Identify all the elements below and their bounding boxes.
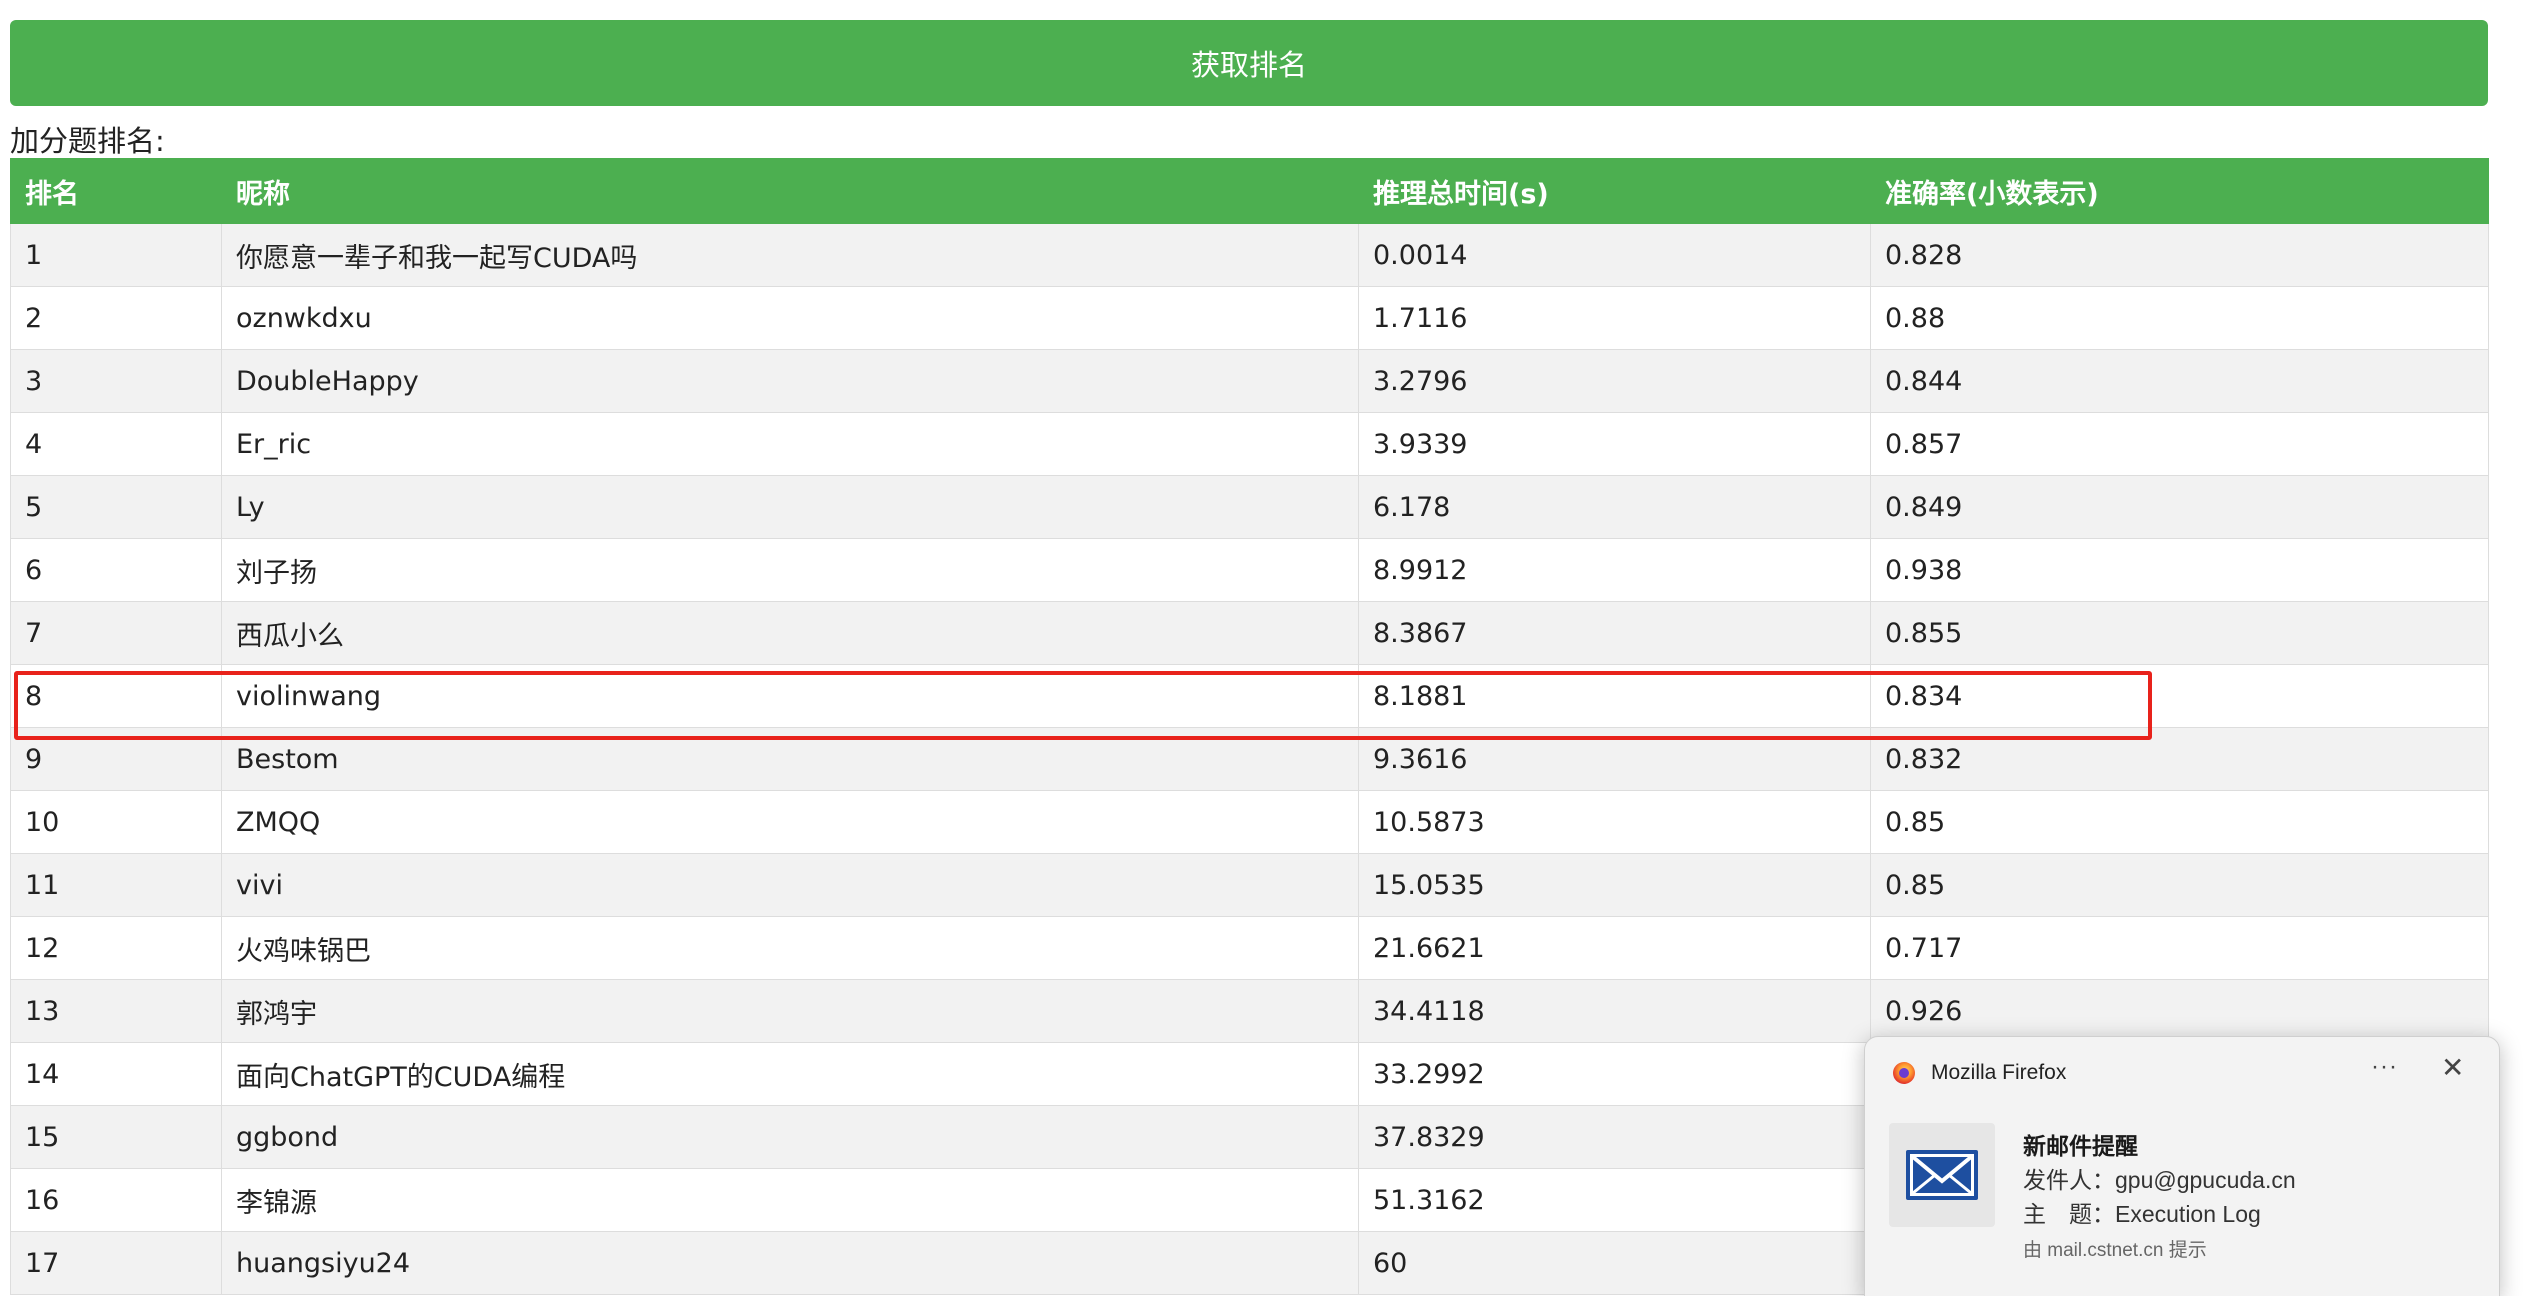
nickname-cell: huangsiyu24 bbox=[221, 1231, 1359, 1295]
accuracy-cell: 0.828 bbox=[1870, 223, 2489, 287]
table-row: 8 violinwang 8.1881 0.834 bbox=[10, 664, 2489, 728]
inference-time-cell: 10.5873 bbox=[1358, 790, 1871, 854]
inference-time-cell: 34.4118 bbox=[1358, 979, 1871, 1043]
rank-cell: 12 bbox=[10, 916, 222, 980]
notification-subject: 主 题：Execution Log bbox=[2023, 1201, 2261, 1227]
nickname-cell: Bestom bbox=[221, 727, 1359, 791]
header-inference-time: 推理总时间(s) bbox=[1358, 158, 1871, 224]
inference-time-cell: 0.0014 bbox=[1358, 223, 1871, 287]
nickname-cell: 郭鸿宇 bbox=[221, 979, 1359, 1043]
inference-time-cell: 21.6621 bbox=[1358, 916, 1871, 980]
rank-cell: 16 bbox=[10, 1168, 222, 1232]
rank-cell: 15 bbox=[10, 1105, 222, 1169]
header-rank: 排名 bbox=[10, 158, 222, 224]
inference-time-cell: 15.0535 bbox=[1358, 853, 1871, 917]
table-row: 13 郭鸿宇 34.4118 0.926 bbox=[10, 979, 2489, 1043]
table-row: 6 刘子扬 8.9912 0.938 bbox=[10, 538, 2489, 602]
close-icon[interactable]: ✕ bbox=[2441, 1051, 2464, 1084]
firefox-notification[interactable]: Mozilla Firefox ··· ✕ 新邮件提醒 发件人：gpu@gpuc… bbox=[1864, 1036, 2500, 1296]
nickname-cell: 西瓜小么 bbox=[221, 601, 1359, 665]
inference-time-cell: 60 bbox=[1358, 1231, 1871, 1295]
accuracy-cell: 0.855 bbox=[1870, 601, 2489, 665]
inference-time-cell: 1.7116 bbox=[1358, 286, 1871, 350]
table-row: 10 ZMQQ 10.5873 0.85 bbox=[10, 790, 2489, 854]
rank-cell: 9 bbox=[10, 727, 222, 791]
inference-time-cell: 8.3867 bbox=[1358, 601, 1871, 665]
envelope-icon bbox=[1889, 1123, 1995, 1227]
rank-cell: 17 bbox=[10, 1231, 222, 1295]
notification-sender: 发件人：gpu@gpucuda.cn bbox=[2023, 1167, 2296, 1193]
inference-time-cell: 51.3162 bbox=[1358, 1168, 1871, 1232]
accuracy-cell: 0.717 bbox=[1870, 916, 2489, 980]
accuracy-cell: 0.832 bbox=[1870, 727, 2489, 791]
accuracy-cell: 0.85 bbox=[1870, 790, 2489, 854]
nickname-cell: 面向ChatGPT的CUDA编程 bbox=[221, 1042, 1359, 1106]
more-options-icon[interactable]: ··· bbox=[2371, 1053, 2398, 1081]
rank-cell: 11 bbox=[10, 853, 222, 917]
table-header-row: 排名 昵称 推理总时间(s) 准确率(小数表示) bbox=[10, 158, 2489, 224]
nickname-cell: 刘子扬 bbox=[221, 538, 1359, 602]
inference-time-cell: 9.3616 bbox=[1358, 727, 1871, 791]
nickname-cell: 李锦源 bbox=[221, 1168, 1359, 1232]
rank-cell: 8 bbox=[10, 664, 222, 728]
inference-time-cell: 37.8329 bbox=[1358, 1105, 1871, 1169]
rank-cell: 6 bbox=[10, 538, 222, 602]
nickname-cell: ZMQQ bbox=[221, 790, 1359, 854]
rank-cell: 10 bbox=[10, 790, 222, 854]
nickname-cell: ggbond bbox=[221, 1105, 1359, 1169]
accuracy-cell: 0.834 bbox=[1870, 664, 2489, 728]
nickname-cell: 火鸡味锅巴 bbox=[221, 916, 1359, 980]
nickname-cell: vivi bbox=[221, 853, 1359, 917]
accuracy-cell: 0.857 bbox=[1870, 412, 2489, 476]
accuracy-cell: 0.85 bbox=[1870, 853, 2489, 917]
rank-cell: 4 bbox=[10, 412, 222, 476]
inference-time-cell: 3.9339 bbox=[1358, 412, 1871, 476]
notification-source: 由 mail.cstnet.cn 提示 bbox=[2023, 1240, 2207, 1261]
table-row: 7 西瓜小么 8.3867 0.855 bbox=[10, 601, 2489, 665]
accuracy-cell: 0.88 bbox=[1870, 286, 2489, 350]
notification-app-name: Mozilla Firefox bbox=[1931, 1061, 2067, 1084]
nickname-cell: Er_ric bbox=[221, 412, 1359, 476]
rank-cell: 5 bbox=[10, 475, 222, 539]
table-row: 5 Ly 6.178 0.849 bbox=[10, 475, 2489, 539]
firefox-icon bbox=[1893, 1062, 1915, 1084]
inference-time-cell: 3.2796 bbox=[1358, 349, 1871, 413]
accuracy-cell: 0.938 bbox=[1870, 538, 2489, 602]
inference-time-cell: 6.178 bbox=[1358, 475, 1871, 539]
notification-title: 新邮件提醒 bbox=[2023, 1133, 2138, 1159]
accuracy-cell: 0.844 bbox=[1870, 349, 2489, 413]
header-nickname: 昵称 bbox=[221, 158, 1359, 224]
rank-cell: 7 bbox=[10, 601, 222, 665]
rank-cell: 3 bbox=[10, 349, 222, 413]
table-row: 3 DoubleHappy 3.2796 0.844 bbox=[10, 349, 2489, 413]
rank-cell: 13 bbox=[10, 979, 222, 1043]
accuracy-cell: 0.849 bbox=[1870, 475, 2489, 539]
nickname-cell: violinwang bbox=[221, 664, 1359, 728]
table-row: 9 Bestom 9.3616 0.832 bbox=[10, 727, 2489, 791]
header-accuracy: 准确率(小数表示) bbox=[1870, 158, 2489, 224]
rank-cell: 2 bbox=[10, 286, 222, 350]
table-row: 12 火鸡味锅巴 21.6621 0.717 bbox=[10, 916, 2489, 980]
nickname-cell: 你愿意一辈子和我一起写CUDA吗 bbox=[221, 223, 1359, 287]
accuracy-cell: 0.926 bbox=[1870, 979, 2489, 1043]
table-row: 11 vivi 15.0535 0.85 bbox=[10, 853, 2489, 917]
nickname-cell: Ly bbox=[221, 475, 1359, 539]
inference-time-cell: 8.1881 bbox=[1358, 664, 1871, 728]
rank-cell: 1 bbox=[10, 223, 222, 287]
table-row: 4 Er_ric 3.9339 0.857 bbox=[10, 412, 2489, 476]
notification-header: Mozilla Firefox bbox=[1893, 1061, 2066, 1085]
fetch-ranking-button[interactable]: 获取排名 bbox=[10, 20, 2488, 106]
rank-cell: 14 bbox=[10, 1042, 222, 1106]
nickname-cell: DoubleHappy bbox=[221, 349, 1359, 413]
bonus-ranking-label: 加分题排名: bbox=[10, 124, 165, 158]
table-row: 2 oznwkdxu 1.7116 0.88 bbox=[10, 286, 2489, 350]
inference-time-cell: 8.9912 bbox=[1358, 538, 1871, 602]
nickname-cell: oznwkdxu bbox=[221, 286, 1359, 350]
table-row: 1 你愿意一辈子和我一起写CUDA吗 0.0014 0.828 bbox=[10, 223, 2489, 287]
inference-time-cell: 33.2992 bbox=[1358, 1042, 1871, 1106]
